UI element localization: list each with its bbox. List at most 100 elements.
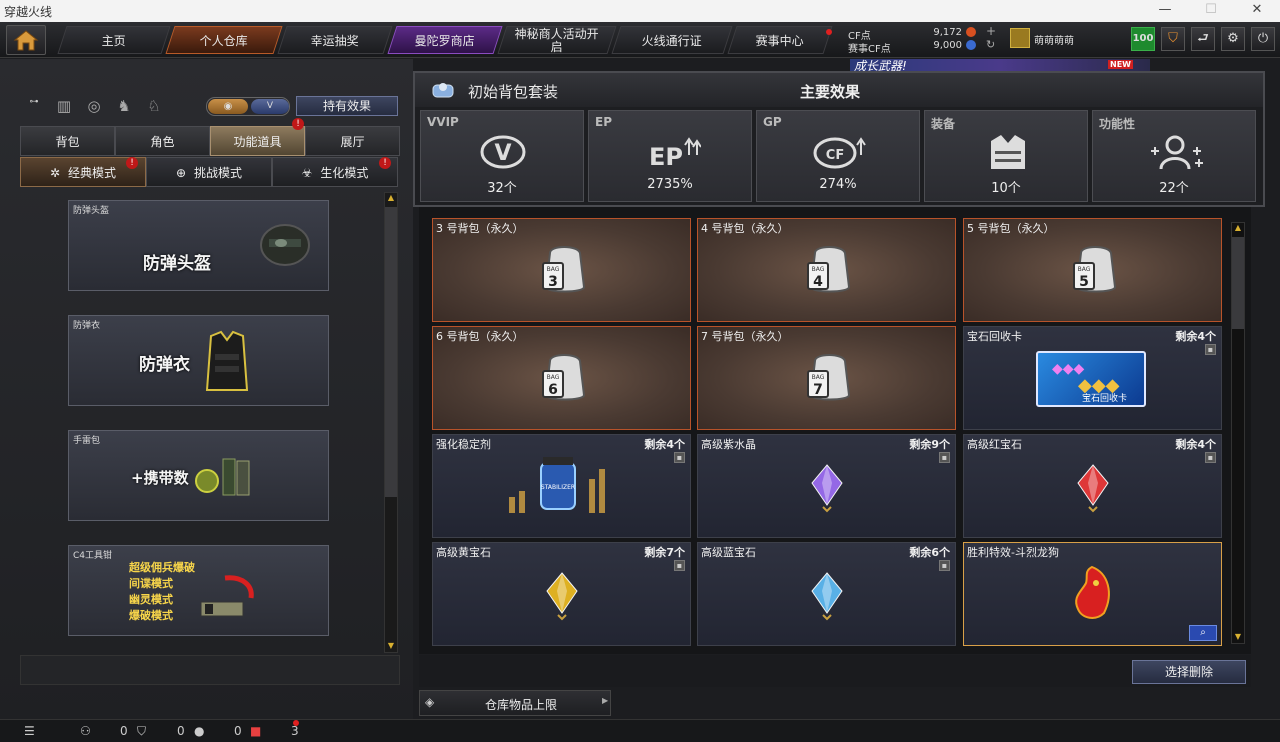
left-footer-bar bbox=[20, 655, 400, 685]
tab-lucky-draw[interactable]: 幸运抽奖 bbox=[277, 26, 393, 54]
new-badge: NEW bbox=[1108, 60, 1133, 69]
minimize-button[interactable]: — bbox=[1150, 2, 1180, 20]
soldier-icon[interactable]: ♞ bbox=[113, 97, 135, 117]
backpack-icon: BAG5 bbox=[1073, 246, 1117, 293]
card-title: +携带数 bbox=[131, 469, 189, 487]
display-off-icon[interactable]: ⊶ bbox=[23, 97, 45, 117]
effect-button[interactable]: 持有效果 bbox=[296, 96, 398, 116]
shield-status-icon[interactable]: ⛉ bbox=[137, 724, 146, 739]
equipment-card-grenade-pack[interactable]: 手雷包 +携带数 bbox=[68, 430, 329, 521]
stat-gp: GP CF 274% bbox=[756, 110, 920, 202]
magnifier-icon[interactable]: ⌕ bbox=[1189, 625, 1217, 641]
vvip-icon: V bbox=[480, 135, 526, 169]
trash-icon[interactable]: ▪ bbox=[939, 452, 950, 463]
item-name: 高级黄宝石 bbox=[436, 546, 491, 559]
home-button[interactable] bbox=[6, 25, 46, 55]
item-card[interactable]: 宝石回收卡 剩余4个 ▪ ◆◆◆ ◆◆◆ 宝石回收卡 bbox=[963, 326, 1222, 430]
trash-icon[interactable]: ▪ bbox=[1205, 452, 1216, 463]
subtab-showroom[interactable]: 展厅 bbox=[305, 126, 400, 156]
gem-icon bbox=[811, 464, 843, 513]
item-card[interactable]: 4 号背包（永久） BAG 4 bbox=[697, 218, 956, 322]
power-icon: ⏻ bbox=[1257, 31, 1269, 46]
power-button[interactable]: ⏻ bbox=[1251, 27, 1275, 51]
storage-limit-bar[interactable]: ◈ 仓库物品上限 ▶ bbox=[419, 690, 611, 716]
add-cf-icon[interactable]: + bbox=[986, 24, 996, 38]
select-delete-button[interactable]: 选择删除 bbox=[1132, 660, 1246, 684]
svg-text:BAG: BAG bbox=[547, 266, 560, 273]
tab-event-center[interactable]: 赛事中心 bbox=[727, 26, 833, 54]
item-card[interactable]: 3 号背包（永久） BAG 3 bbox=[432, 218, 691, 322]
list-icon[interactable]: ☰ bbox=[24, 724, 35, 738]
username[interactable]: 萌萌萌萌 bbox=[1034, 32, 1074, 47]
switch-button[interactable]: ⮐ bbox=[1191, 27, 1215, 51]
grid-scroll-down-icon[interactable]: ▼ bbox=[1231, 631, 1245, 643]
top-nav: 主页 个人仓库 幸运抽奖 曼陀罗商店 神秘商人活动开启 火线通行证 赛事中心 C… bbox=[0, 22, 1280, 58]
bag-number: 5 bbox=[1079, 274, 1089, 290]
stat-name: 功能性 bbox=[1099, 117, 1136, 131]
backpack-icon: BAG7 bbox=[807, 354, 851, 401]
item-card[interactable]: 6 号背包（永久） BAG 6 bbox=[432, 326, 691, 430]
item-card[interactable]: 7 号背包（永久） BAG 7 bbox=[697, 326, 956, 430]
tab-battle-pass[interactable]: 火线通行证 bbox=[611, 26, 733, 54]
gem-icon bbox=[811, 572, 843, 621]
gift-alert-dot bbox=[293, 720, 299, 726]
scroll-up-icon[interactable]: ▲ bbox=[384, 192, 398, 204]
item-name: 3 号背包（永久） bbox=[436, 222, 524, 235]
trash-icon[interactable]: ▪ bbox=[674, 560, 685, 571]
gift-icon[interactable]: ■ bbox=[250, 724, 261, 738]
equipment-card-c4-pliers[interactable]: C4工具钳 超级佣兵爆破 间谍模式 幽灵模式 爆破模式 bbox=[68, 545, 329, 636]
helmet-toggle-icon[interactable]: ◉ bbox=[208, 99, 248, 114]
close-button[interactable]: ✕ bbox=[1242, 2, 1272, 20]
level-badge[interactable]: 100 bbox=[1131, 27, 1155, 51]
vip-toggle-icon[interactable]: V bbox=[251, 99, 289, 114]
maximize-button[interactable]: ☐ bbox=[1196, 2, 1226, 20]
mode-challenge[interactable]: ⊕ 挑战模式 bbox=[146, 157, 272, 187]
tab-mystery-merchant[interactable]: 神秘商人活动开启 bbox=[497, 26, 617, 54]
card-title: 防弹衣 bbox=[139, 355, 190, 375]
item-card[interactable]: 高级红宝石 剩余4个 ▪ bbox=[963, 434, 1222, 538]
item-card[interactable]: 高级黄宝石 剩余7个 ▪ bbox=[432, 542, 691, 646]
left-scrollbar-thumb[interactable] bbox=[385, 207, 397, 497]
item-card[interactable]: 5 号背包（永久） BAG 5 bbox=[963, 218, 1222, 322]
c4-pliers-icon bbox=[200, 575, 254, 617]
item-card[interactable]: 强化稳定剂 剩余4个 ▪ STABILIZER bbox=[432, 434, 691, 538]
item-card[interactable]: 胜利特效-斗烈龙狗 ⌕ bbox=[963, 542, 1222, 646]
ranking-icon[interactable]: ▥ bbox=[53, 97, 75, 117]
tab-warehouse[interactable]: 个人仓库 bbox=[165, 26, 283, 54]
gear-icon: ⚙ bbox=[1227, 31, 1239, 46]
equipment-card-vest[interactable]: 防弹衣 防弹衣 bbox=[68, 315, 329, 406]
item-name: 胜利特效-斗烈龙狗 bbox=[967, 546, 1059, 559]
grid-scrollbar[interactable] bbox=[1231, 222, 1245, 644]
record-icon[interactable]: ◎ bbox=[83, 97, 105, 117]
item-card[interactable]: 高级紫水晶 剩余9个 ▪ bbox=[697, 434, 956, 538]
challenge-mode-icon: ⊕ bbox=[175, 166, 187, 180]
grid-scrollbar-thumb[interactable] bbox=[1232, 237, 1244, 329]
stat-equipment: 装备 10个 bbox=[924, 110, 1088, 202]
view-toggle[interactable]: ◉ V bbox=[206, 97, 290, 116]
item-card[interactable]: 高级蓝宝石 剩余6个 ▪ bbox=[697, 542, 956, 646]
scroll-down-icon[interactable]: ▼ bbox=[384, 640, 398, 652]
tab-mandala-shop[interactable]: 曼陀罗商店 bbox=[387, 26, 503, 54]
equipment-card-helmet[interactable]: 防弹头盔 防弹头盔 bbox=[68, 200, 329, 291]
helmet-icon bbox=[260, 224, 310, 266]
card-label: 防弹衣 bbox=[73, 321, 101, 331]
trash-icon[interactable]: ▪ bbox=[1205, 344, 1216, 355]
tab-home[interactable]: 主页 bbox=[57, 26, 171, 54]
chat-icon[interactable]: ● bbox=[194, 724, 204, 738]
pet-icon[interactable]: ♘ bbox=[143, 97, 165, 117]
trash-icon[interactable]: ▪ bbox=[674, 452, 685, 463]
user-rank-icon bbox=[1010, 28, 1030, 48]
svg-text:BAG: BAG bbox=[812, 374, 825, 381]
left-scrollbar[interactable] bbox=[384, 192, 398, 653]
subtab-role[interactable]: 角色 bbox=[115, 126, 210, 156]
item-name: 高级蓝宝石 bbox=[701, 546, 756, 559]
grid-scroll-up-icon[interactable]: ▲ bbox=[1231, 222, 1245, 234]
shield-button[interactable]: ⛉ bbox=[1161, 27, 1185, 51]
friends-icon[interactable]: ⚇ bbox=[80, 724, 91, 738]
subtab-items[interactable]: 功能道具 bbox=[210, 126, 305, 156]
stat-vvip: VVIP V 32个 bbox=[420, 110, 584, 202]
subtab-backpack[interactable]: 背包 bbox=[20, 126, 115, 156]
refresh-icon[interactable]: ↻ bbox=[986, 38, 995, 51]
trash-icon[interactable]: ▪ bbox=[939, 560, 950, 571]
settings-button[interactable]: ⚙ bbox=[1221, 27, 1245, 51]
